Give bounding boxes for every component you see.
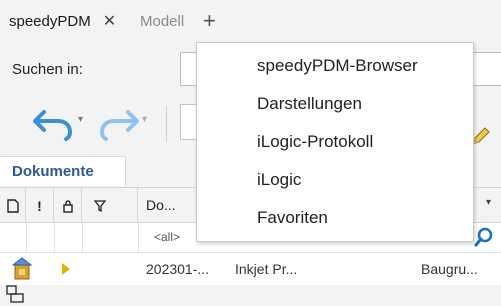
- app-window: speedyPDM ✕ Modell + Suchen in: ▾ ▾ Doku…: [0, 0, 501, 306]
- menu-item-ilogic[interactable]: iLogic: [197, 161, 473, 198]
- grid-divider: [138, 223, 139, 253]
- menu-item-ilogic-protokoll[interactable]: iLogic-Protokoll: [197, 123, 473, 160]
- cell-group: Baugru...: [421, 261, 478, 277]
- add-tab-icon[interactable]: +: [203, 7, 216, 35]
- undo-dropdown-icon[interactable]: ▾: [78, 114, 83, 125]
- grid-divider: [54, 223, 55, 253]
- tab-strip: speedyPDM ✕ Modell +: [0, 0, 501, 42]
- redo-dropdown-icon[interactable]: ▾: [142, 114, 147, 125]
- expand-arrow-icon[interactable]: [60, 261, 72, 277]
- close-icon[interactable]: ✕: [103, 11, 116, 31]
- window-layout-icon[interactable]: [5, 284, 25, 304]
- menu-item-darstellungen[interactable]: Darstellungen: [197, 85, 473, 122]
- panel-menu: speedyPDM-Browser Darstellungen iLogic-P…: [196, 42, 474, 242]
- table-row[interactable]: 202301-... Inkjet Pr... Baugru...: [0, 253, 501, 285]
- filter-icon: [94, 199, 106, 212]
- column-chooser-icon[interactable]: ▾: [486, 197, 491, 208]
- search-label: Suchen in:: [12, 61, 83, 78]
- redo-icon[interactable]: [96, 102, 140, 142]
- menu-item-speedypdm-browser[interactable]: speedyPDM-Browser: [197, 47, 473, 84]
- column-header-lock[interactable]: [54, 188, 82, 223]
- column-header-doc-icon[interactable]: [0, 188, 26, 223]
- grid-divider: [82, 223, 83, 253]
- toolbar-divider: [166, 106, 167, 142]
- column-header-filter[interactable]: [82, 188, 138, 223]
- column-header-document[interactable]: Do...: [146, 197, 176, 213]
- tab-modell-label: Modell: [140, 12, 185, 30]
- filter-search-icon[interactable]: [474, 226, 494, 248]
- tab-modell[interactable]: Modell: [140, 0, 184, 42]
- assembly-document-icon: [11, 257, 33, 280]
- section-title-documents[interactable]: Dokumente: [0, 156, 126, 186]
- document-icon: [6, 198, 19, 213]
- filter-number-text[interactable]: <all>: [154, 230, 180, 244]
- column-header-priority[interactable]: !: [26, 188, 54, 223]
- grid-divider: [26, 223, 27, 253]
- lock-icon: [62, 199, 73, 213]
- cell-number: 202301-...: [146, 261, 210, 277]
- menu-item-favoriten[interactable]: Favoriten: [197, 199, 473, 236]
- cell-description: Inkjet Pr...: [235, 261, 298, 277]
- undo-icon[interactable]: [32, 102, 76, 142]
- tab-speedypdm[interactable]: speedyPDM ✕: [0, 0, 136, 42]
- tab-speedypdm-label: speedyPDM: [9, 12, 91, 30]
